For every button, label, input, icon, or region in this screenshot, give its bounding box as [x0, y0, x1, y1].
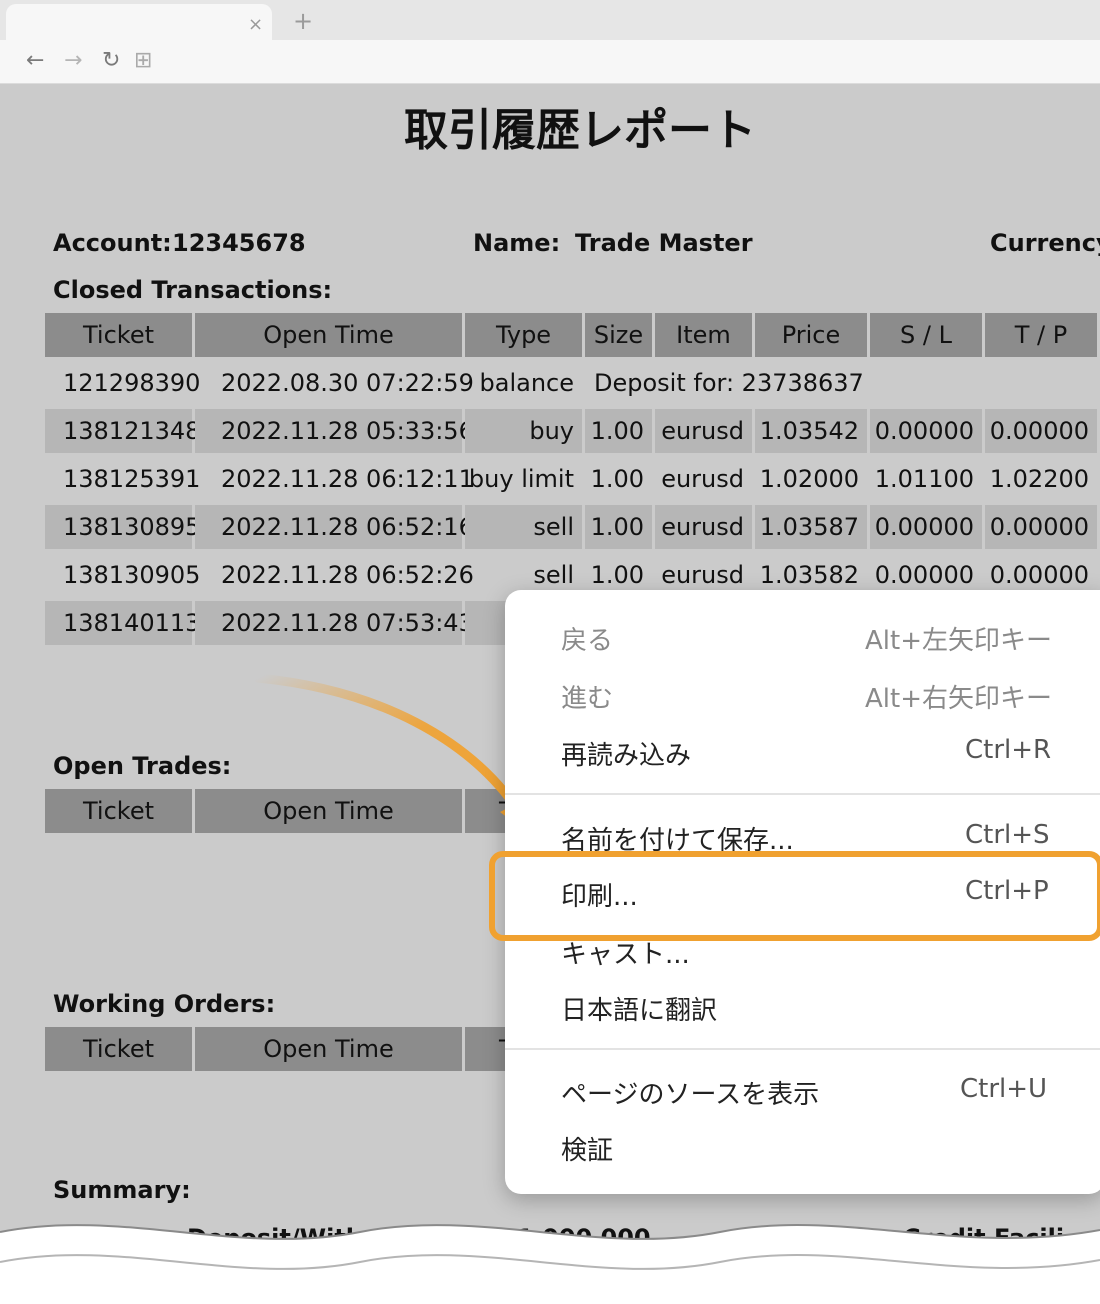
- menu-item-shortcut: Alt+左矢印キー: [865, 626, 1052, 656]
- menu-item-label: 戻る: [561, 626, 614, 656]
- menu-separator: [505, 793, 1100, 795]
- menu-item-shortcut: Ctrl+U: [960, 1074, 1048, 1104]
- menu-item-shortcut: Alt+右矢印キー: [865, 684, 1052, 714]
- menu-item-forward[interactable]: 進む Alt+右矢印キー: [505, 670, 1100, 722]
- menu-item-reload[interactable]: 再読み込み Ctrl+R: [505, 727, 1100, 779]
- menu-item-shortcut: Ctrl+S: [965, 820, 1050, 850]
- menu-item-translate[interactable]: 日本語に翻訳: [505, 982, 1100, 1034]
- menu-item-view-source[interactable]: ページのソースを表示 Ctrl+U: [505, 1066, 1100, 1118]
- menu-item-label: 進む: [561, 684, 614, 714]
- menu-item-inspect[interactable]: 検証: [505, 1122, 1100, 1174]
- menu-item-label: 再読み込み: [561, 741, 692, 771]
- menu-item-label: ページのソースを表示: [561, 1080, 820, 1110]
- menu-separator: [505, 1048, 1100, 1050]
- torn-edge: [0, 1224, 1100, 1304]
- menu-item-label: 検証: [561, 1136, 614, 1166]
- menu-item-label: 日本語に翻訳: [561, 996, 718, 1026]
- menu-item-back[interactable]: 戻る Alt+左矢印キー: [505, 612, 1100, 664]
- print-highlight-frame: [489, 851, 1100, 941]
- menu-item-shortcut: Ctrl+R: [965, 735, 1052, 765]
